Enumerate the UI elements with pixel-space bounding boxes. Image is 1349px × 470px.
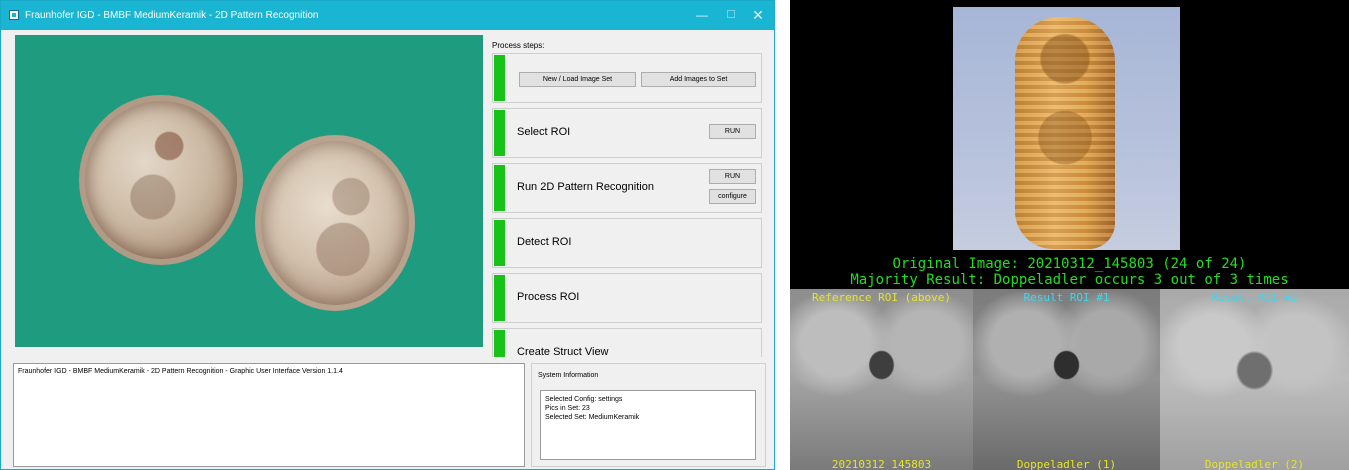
window-title: Fraunhofer IGD - BMBF MediumKeramik - 2D…: [25, 10, 319, 21]
coin-image-left: [79, 95, 243, 265]
process-steps-panel: Process steps: New / Load Image Set Add …: [488, 35, 766, 357]
process-steps-label: Process steps:: [492, 41, 545, 50]
majority-result-caption: Majority Result: Doppeladler occurs 3 ou…: [850, 272, 1289, 288]
pics-in-set-line: Pics in Set: 23: [545, 405, 590, 412]
roi-row: Reference ROI (above) 20210312_145803 Re…: [790, 289, 1349, 470]
step-run-2d-pattern-recognition: Run 2D Pattern Recognition RUN configure: [492, 163, 762, 213]
new-load-image-set-button[interactable]: New / Load Image Set: [519, 72, 636, 87]
result-roi-2-label: Result ROI #2: [1211, 291, 1298, 304]
selected-config-line: Selected Config: settings: [545, 396, 623, 403]
original-image-caption: Original Image: 20210312_145803 (24 of 2…: [892, 256, 1247, 272]
system-information-group: System Information Selected Config: sett…: [531, 363, 766, 467]
coin-image-right: [255, 135, 415, 311]
step-title: Detect ROI: [517, 236, 572, 248]
close-icon[interactable]: ✕: [745, 5, 771, 25]
step-title: Select ROI: [517, 126, 571, 138]
step-title: Process ROI: [517, 291, 580, 303]
step-status-bar: [494, 275, 505, 321]
system-information-box[interactable]: Selected Config: settings Pics in Set: 2…: [540, 390, 756, 460]
step-detect-roi: Detect ROI: [492, 218, 762, 268]
log-output[interactable]: Fraunhofer IGD - BMBF MediumKeramik - 2D…: [13, 363, 525, 467]
result-roi-1-image: Result ROI #1 Doppeladler (1): [973, 289, 1160, 470]
image-viewer[interactable]: [15, 35, 483, 347]
step-title: Run 2D Pattern Recognition: [517, 181, 654, 193]
title-bar[interactable]: Fraunhofer IGD - BMBF MediumKeramik - 2D…: [1, 1, 774, 30]
select-roi-run-button[interactable]: RUN: [709, 124, 756, 139]
pattern-recognition-run-button[interactable]: RUN: [709, 169, 756, 184]
add-images-to-set-button[interactable]: Add Images to Set: [641, 72, 756, 87]
step-status-bar: [494, 110, 505, 156]
app-icon: [9, 10, 19, 20]
minimize-icon[interactable]: —: [689, 5, 715, 25]
ceramic-shard-image: [1015, 17, 1115, 249]
result-view: Original Image: 20210312_145803 (24 of 2…: [790, 0, 1349, 470]
result-roi-1-bottom-label: Doppeladler (1): [1016, 458, 1117, 470]
log-text: Fraunhofer IGD - BMBF MediumKeramik - 2D…: [18, 368, 343, 375]
original-image: [953, 7, 1180, 250]
configure-button[interactable]: configure: [709, 189, 756, 204]
step-select-roi: Select ROI RUN: [492, 108, 762, 158]
app-window: Fraunhofer IGD - BMBF MediumKeramik - 2D…: [0, 0, 775, 470]
maximize-icon[interactable]: ☐: [718, 5, 744, 25]
step-status-bar: [494, 220, 505, 266]
result-roi-2-image: Result ROI #2 Doppeladler (2): [1160, 289, 1349, 470]
step-status-bar: [494, 330, 505, 357]
step-title: Create Struct View: [517, 346, 609, 357]
reference-roi-label: Reference ROI (above): [811, 291, 952, 304]
reference-roi-image: Reference ROI (above) 20210312_145803: [790, 289, 973, 470]
step-status-bar: [494, 55, 505, 101]
step-create-struct-view: Create Struct View: [492, 328, 762, 357]
step-load-image-set: New / Load Image Set Add Images to Set: [492, 53, 762, 103]
result-roi-1-label: Result ROI #1: [1023, 291, 1110, 304]
step-process-roi: Process ROI: [492, 273, 762, 323]
reference-roi-bottom-label: 20210312_145803: [831, 458, 932, 470]
system-information-label: System Information: [538, 372, 599, 379]
result-roi-2-bottom-label: Doppeladler (2): [1204, 458, 1305, 470]
selected-set-line: Selected Set: MediumKeramik: [545, 414, 640, 421]
step-status-bar: [494, 165, 505, 211]
